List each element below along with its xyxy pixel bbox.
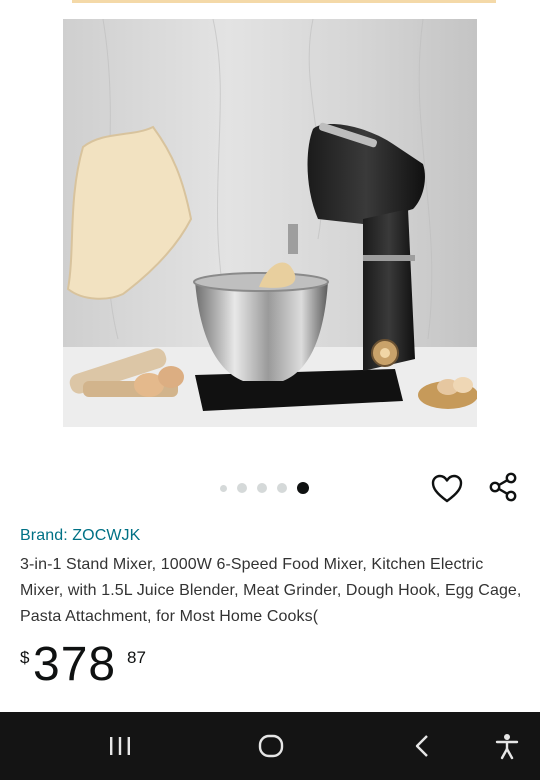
carousel-dot[interactable] [220, 484, 227, 492]
carousel-dot[interactable] [277, 483, 287, 493]
image-carousel-indicator[interactable] [220, 481, 309, 495]
carousel-dot-active[interactable] [297, 482, 309, 494]
price-whole: 378 [33, 638, 117, 691]
heart-icon[interactable] [430, 473, 464, 505]
accessibility-icon[interactable] [477, 712, 537, 780]
home-icon[interactable] [241, 712, 301, 780]
price-currency: $ [20, 648, 30, 667]
price-fraction: 87 [127, 648, 146, 667]
product-title: 3-in-1 Stand Mixer, 1000W 6-Speed Food M… [20, 556, 522, 625]
recents-icon[interactable] [90, 712, 150, 780]
back-icon[interactable] [393, 712, 453, 780]
brand-link[interactable]: Brand: ZOCWJK [20, 527, 140, 545]
carousel-dot[interactable] [257, 483, 267, 493]
product-image[interactable] [63, 19, 477, 427]
share-icon[interactable] [487, 470, 521, 504]
system-navigation-bar [0, 712, 540, 780]
carousel-dot[interactable] [237, 483, 247, 493]
top-divider [72, 0, 496, 3]
